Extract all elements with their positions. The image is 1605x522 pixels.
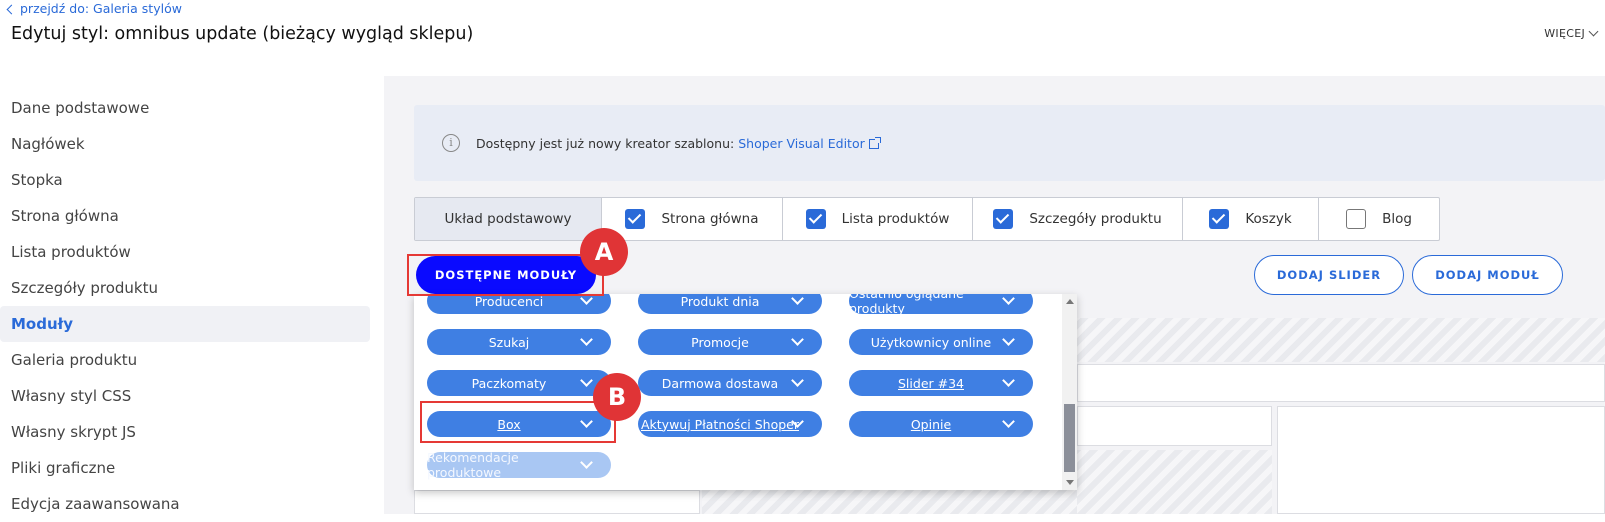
- tab-label: Strona główna: [661, 211, 759, 227]
- checkbox-checked-icon[interactable]: [1209, 209, 1230, 229]
- chevron-down-icon: [1002, 415, 1015, 428]
- more-menu-button[interactable]: WIĘCEJ: [1544, 26, 1599, 40]
- tab-product-list[interactable]: Lista produktów: [783, 198, 973, 240]
- dropdown-scrollbar[interactable]: [1062, 294, 1077, 490]
- visual-editor-link[interactable]: Shoper Visual Editor: [738, 136, 865, 151]
- module-label: Producenci: [474, 294, 544, 309]
- scroll-down-arrow-icon[interactable]: [1066, 480, 1074, 485]
- tab-homepage[interactable]: Strona główna: [602, 198, 783, 240]
- checkbox-checked-icon[interactable]: [805, 209, 826, 229]
- checkbox-checked-icon[interactable]: [625, 209, 646, 229]
- module-item-shoper-payments[interactable]: Aktywuj Płatności Shoper: [638, 411, 822, 437]
- chevron-down-icon: [791, 374, 804, 387]
- module-item-parcel-lockers[interactable]: Paczkomaty: [427, 370, 611, 396]
- highlight-box-b: [420, 401, 616, 443]
- sidebar-item-product-details[interactable]: Szczegóły produktu: [0, 270, 370, 306]
- checkbox-checked-icon[interactable]: [993, 209, 1014, 229]
- module-label: Aktywuj Płatności Shoper: [640, 416, 799, 432]
- module-item-recently-viewed[interactable]: Ostatnio oglądane produkty: [849, 294, 1033, 316]
- sidebar: Dane podstawowe Nagłówek Stopka Strona g…: [0, 90, 370, 522]
- module-item-users-online[interactable]: Użytkownicy online: [849, 329, 1033, 355]
- annotation-badge-a: A: [580, 228, 628, 276]
- sidebar-item-modules[interactable]: Moduły: [0, 306, 370, 342]
- info-text: Dostępny jest już nowy kreator szablonu:: [476, 135, 735, 151]
- tab-product-details[interactable]: Szczegóły produktu: [973, 198, 1183, 240]
- sidebar-item-graphic-files[interactable]: Pliki graficzne: [0, 450, 370, 486]
- chevron-down-icon: [1002, 374, 1015, 387]
- layout-preview-block: [1077, 406, 1272, 446]
- layout-preview-block: [1077, 318, 1605, 362]
- tab-label: Blog: [1382, 211, 1412, 227]
- module-label: Produkt dnia: [680, 294, 760, 309]
- tab-label: Układ podstawowy: [444, 211, 572, 227]
- tab-label: Koszyk: [1245, 211, 1292, 227]
- chevron-down-icon: [1002, 333, 1015, 346]
- module-item-search[interactable]: Szukaj: [427, 329, 611, 355]
- module-label: Slider #34: [898, 375, 964, 391]
- sidebar-item-advanced-edit[interactable]: Edycja zaawansowana: [0, 486, 370, 522]
- module-item-promotions[interactable]: Promocje: [638, 329, 822, 355]
- chevron-down-icon: [580, 333, 593, 346]
- add-module-button[interactable]: DODAJ MODUŁ: [1412, 255, 1563, 295]
- more-menu-label: WIĘCEJ: [1544, 27, 1585, 40]
- checkbox-unchecked-icon[interactable]: [1346, 209, 1367, 229]
- sidebar-item-custom-js[interactable]: Własny skrypt JS: [0, 414, 370, 450]
- module-label: Opinie: [910, 416, 952, 432]
- chevron-down-icon: [791, 294, 804, 305]
- sidebar-item-header[interactable]: Nagłówek: [0, 126, 370, 162]
- module-label: Darmowa dostawa: [661, 375, 779, 391]
- module-label: Paczkomaty: [471, 375, 547, 391]
- module-item-product-of-day[interactable]: Produkt dnia: [638, 294, 822, 314]
- sidebar-item-product-gallery[interactable]: Galeria produktu: [0, 342, 370, 378]
- module-item-slider-34[interactable]: Slider #34: [849, 370, 1033, 396]
- sidebar-item-custom-css[interactable]: Własny styl CSS: [0, 378, 370, 414]
- tab-label: Lista produktów: [841, 211, 950, 227]
- scroll-up-arrow-icon[interactable]: [1066, 299, 1074, 304]
- info-icon: i: [442, 134, 460, 152]
- modules-dropdown: Producenci Produkt dnia Ostatnio oglądan…: [414, 294, 1077, 490]
- module-label: Szukaj: [488, 334, 530, 350]
- module-item-free-shipping[interactable]: Darmowa dostawa: [638, 370, 822, 396]
- module-label: Rekomendacje produktowe: [427, 450, 519, 480]
- layout-preview-block: [414, 490, 700, 514]
- sidebar-item-footer[interactable]: Stopka: [0, 162, 370, 198]
- tab-label: Szczegóły produktu: [1029, 211, 1162, 227]
- external-link-icon: [868, 137, 881, 149]
- module-label: Promocje: [691, 334, 749, 350]
- sidebar-item-basic-data[interactable]: Dane podstawowe: [0, 90, 370, 126]
- page-title: Edytuj styl: omnibus update (bieżący wyg…: [11, 24, 474, 44]
- module-label: Ostatnio oglądane produkty: [849, 294, 964, 316]
- chevron-left-icon: [6, 4, 17, 14]
- sidebar-item-homepage[interactable]: Strona główna: [0, 198, 370, 234]
- module-item-product-recommendations[interactable]: Rekomendacje produktowe: [427, 450, 611, 480]
- chevron-down-icon: [580, 374, 593, 387]
- sidebar-item-product-list[interactable]: Lista produktów: [0, 234, 370, 270]
- layout-preview-block: [1077, 364, 1605, 402]
- layout-preview-block: [1277, 406, 1605, 514]
- back-link-label: przejdź do: Galeria stylów: [20, 1, 182, 16]
- info-banner: i Dostępny jest już nowy kreator szablon…: [414, 105, 1605, 181]
- module-label: Użytkownicy online: [870, 334, 992, 350]
- module-item-producers[interactable]: Producenci: [427, 294, 611, 314]
- annotation-badge-b: B: [593, 373, 641, 421]
- tab-blog[interactable]: Blog: [1319, 198, 1439, 240]
- layout-preview-block: [1077, 450, 1272, 514]
- back-link[interactable]: przejdź do: Galeria stylów: [6, 1, 182, 16]
- chevron-down-icon: [1588, 26, 1599, 37]
- layout-tabs: Układ podstawowy Strona główna Lista pro…: [414, 197, 1440, 241]
- add-slider-button[interactable]: DODAJ SLIDER: [1254, 255, 1404, 295]
- module-item-reviews[interactable]: Opinie: [849, 411, 1033, 437]
- scrollbar-thumb[interactable]: [1064, 404, 1075, 472]
- tab-basic-layout[interactable]: Układ podstawowy: [415, 198, 602, 240]
- layout-preview-block: [702, 490, 1077, 514]
- chevron-down-icon: [791, 333, 804, 346]
- tab-cart[interactable]: Koszyk: [1183, 198, 1319, 240]
- highlight-box-a: [407, 254, 604, 296]
